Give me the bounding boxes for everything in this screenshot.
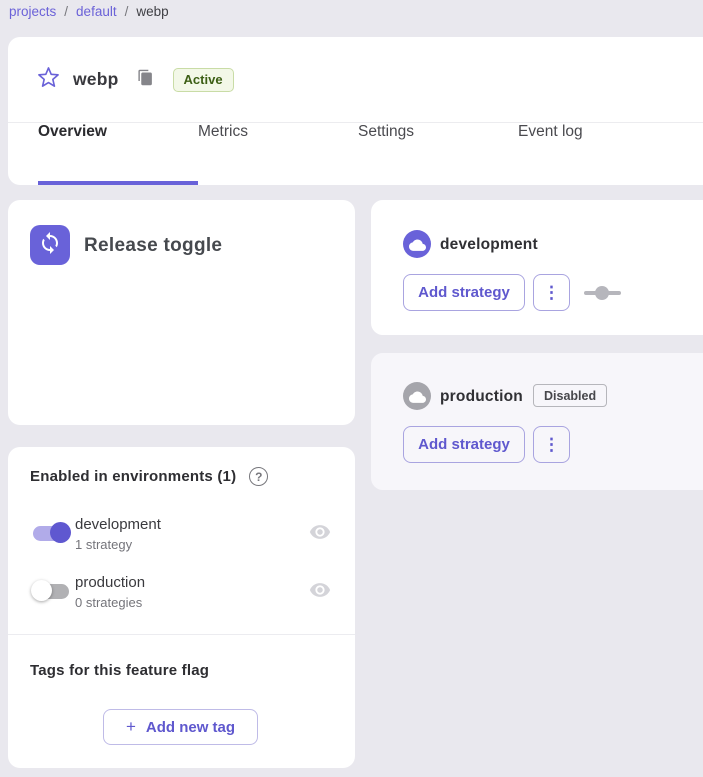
tab-metrics[interactable]: Metrics (198, 123, 358, 185)
toggle-thumb (50, 522, 71, 543)
sync-arrows-icon (38, 231, 62, 260)
environment-panel-development: development Add strategy ⋮ (371, 200, 703, 335)
tab-settings-label: Settings (358, 123, 414, 140)
tab-event-log-label: Event log (518, 123, 583, 140)
environment-strategy-count: 1 strategy (75, 537, 132, 552)
environment-name: production (75, 574, 145, 591)
environment-strategy-count: 0 strategies (75, 595, 142, 610)
breadcrumb-separator: / (125, 4, 129, 19)
toggle-thumb (31, 580, 52, 601)
more-actions-button[interactable]: ⋮ (533, 274, 570, 311)
disabled-chip: Disabled (533, 384, 607, 407)
flag-type-title: Release toggle (84, 235, 222, 257)
add-strategy-button[interactable]: Add strategy (403, 274, 525, 311)
feature-header-card: webp Active Overview Metrics Settings Ev… (8, 37, 703, 185)
toggle-production[interactable] (31, 580, 71, 602)
environment-cloud-icon (403, 382, 431, 410)
environments-heading-row: Enabled in environments (1) ? (30, 467, 268, 486)
copy-icon (137, 69, 154, 91)
add-new-tag-button[interactable]: + Add new tag (103, 709, 258, 745)
more-actions-button[interactable]: ⋮ (533, 426, 570, 463)
environment-row-development: development 1 strategy (8, 513, 355, 557)
breadcrumb-separator: / (64, 4, 68, 19)
star-icon (37, 66, 60, 94)
feature-details-card: Release toggle Project: default No descr… (8, 200, 355, 425)
node-dot (595, 286, 609, 300)
help-icon[interactable]: ? (249, 467, 268, 486)
kebab-menu-icon: ⋮ (543, 436, 560, 453)
breadcrumb: projects / default / webp (9, 1, 169, 21)
add-strategy-label: Add strategy (418, 284, 510, 301)
copy-name-button[interactable] (136, 70, 156, 90)
environments-card: Enabled in environments (1) ? developmen… (8, 447, 355, 768)
eye-icon (309, 588, 331, 605)
breadcrumb-current: webp (136, 4, 168, 19)
visibility-button[interactable] (309, 579, 331, 601)
eye-icon (309, 530, 331, 547)
kebab-menu-icon: ⋮ (543, 284, 560, 301)
tab-metrics-label: Metrics (198, 123, 248, 140)
plus-icon: + (126, 717, 136, 737)
tab-settings[interactable]: Settings (358, 123, 518, 185)
feature-title-row: webp Active (8, 37, 703, 122)
tab-overview[interactable]: Overview (38, 123, 198, 185)
strategy-node-icon (584, 286, 621, 300)
environment-name: development (75, 516, 161, 533)
feature-flag-title: webp (73, 69, 119, 90)
status-badge: Active (173, 68, 234, 92)
breadcrumb-default[interactable]: default (76, 4, 117, 19)
environment-row-production: production 0 strategies (8, 571, 355, 615)
tab-overview-label: Overview (38, 123, 107, 140)
environment-panel-name: production (440, 388, 523, 406)
tab-event-log[interactable]: Event log (518, 123, 678, 185)
feature-tabs: Overview Metrics Settings Event log (38, 123, 678, 185)
tags-heading: Tags for this feature flag (30, 662, 209, 679)
add-new-tag-label: Add new tag (146, 719, 235, 736)
environment-panel-production: production Disabled Add strategy ⋮ (371, 353, 703, 490)
visibility-button[interactable] (309, 521, 331, 543)
toggle-development[interactable] (31, 522, 71, 544)
environment-panel-name: development (440, 236, 538, 254)
add-strategy-label: Add strategy (418, 436, 510, 453)
active-tab-indicator (38, 181, 198, 185)
card-divider (8, 634, 355, 635)
environments-heading: Enabled in environments (1) (30, 468, 236, 485)
environment-cloud-icon (403, 230, 431, 258)
favorite-button[interactable] (36, 68, 60, 92)
add-strategy-button[interactable]: Add strategy (403, 426, 525, 463)
breadcrumb-projects[interactable]: projects (9, 4, 56, 19)
release-toggle-icon (30, 225, 70, 265)
